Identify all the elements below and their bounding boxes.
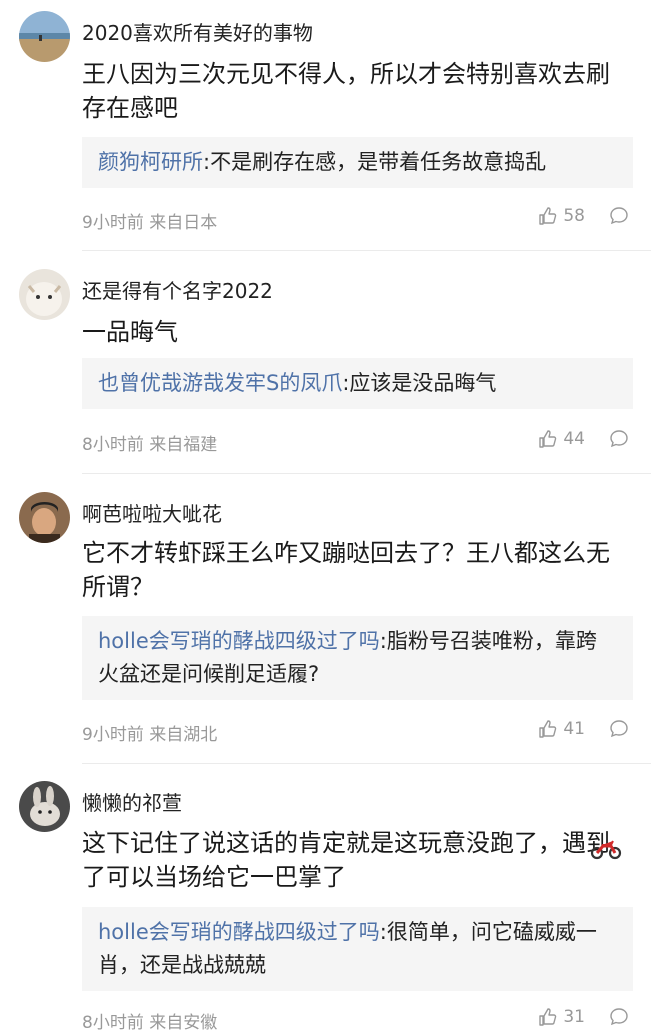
like-count: 44 — [563, 429, 585, 449]
comment-text: 这下记住了说这话的肯定就是这玩意没跑了，遇到了可以当场给它一巴掌了 — [82, 826, 627, 894]
avatar[interactable] — [19, 11, 70, 62]
reply-box[interactable]: 颜狗柯研所:不是刷存在感，是带着任务故意捣乱 — [82, 137, 633, 188]
comment-actions: 58 — [538, 206, 629, 226]
comment-location: 来自福建 — [149, 435, 218, 455]
comment-time: 9小时前 — [82, 725, 144, 745]
avatar-cat-image — [19, 269, 70, 320]
comment-location: 来自安徽 — [149, 1013, 218, 1033]
comment-time: 8小时前 — [82, 435, 144, 455]
reply-username[interactable]: holle会写琑的酵战四级过了吗 — [98, 629, 380, 653]
reply-username[interactable]: 也曾优哉游哉发牢S的凤爪 — [98, 371, 342, 395]
like-button[interactable]: 31 — [538, 1007, 585, 1027]
reply-box[interactable]: holle会写琑的酵战四级过了吗:很简单，问它磕威威一肖，还是战战兢兢 — [82, 907, 633, 991]
comment-location: 来自湖北 — [149, 725, 218, 745]
like-count: 31 — [563, 1007, 585, 1027]
comment-meta: 8小时前 来自福建 — [82, 430, 217, 455]
comment-bubble-icon[interactable] — [609, 429, 629, 449]
reply-box[interactable]: 也曾优哉游哉发牢S的凤爪:应该是没品晦气 — [82, 358, 633, 409]
avatar-beach-image — [19, 11, 70, 62]
motorcycle-emoji — [590, 840, 622, 860]
comment-text-body: 这下记住了说这话的肯定就是这玩意没跑了，遇到了可以当场给它一巴掌了 — [82, 829, 610, 891]
avatar[interactable] — [19, 781, 70, 832]
comment-meta: 9小时前 来自日本 — [82, 208, 217, 233]
comment-bubble-icon[interactable] — [609, 719, 629, 739]
comment-meta: 8小时前 来自安徽 — [82, 1008, 217, 1033]
comment-text: 王八因为三次元见不得人，所以才会特别喜欢去刷存在感吧 — [82, 60, 610, 122]
comment-text: 一品晦气 — [82, 318, 178, 346]
thumbs-up-icon — [539, 1008, 557, 1026]
comment-meta: 9小时前 来自湖北 — [82, 720, 217, 745]
reply-box[interactable]: holle会写琑的酵战四级过了吗:脂粉号召装唯粉，靠跨火盆还是问候削足适履? — [82, 616, 633, 700]
comment-text: 它不才转虾踩王么咋又蹦哒回去了？王八都这么无所谓？ — [82, 539, 610, 601]
comment-actions: 41 — [538, 719, 629, 739]
reply-text: :应该是没品晦气 — [342, 371, 497, 395]
thumbs-up-icon — [539, 720, 557, 738]
comment-bubble-icon[interactable] — [609, 1007, 629, 1027]
like-button[interactable]: 41 — [538, 719, 585, 739]
divider — [82, 473, 651, 474]
divider — [82, 763, 651, 764]
thumbs-up-icon — [539, 430, 557, 448]
comment-bubble-icon[interactable] — [609, 206, 629, 226]
avatar[interactable] — [19, 492, 70, 543]
comment-location: 来自日本 — [149, 213, 218, 233]
avatar[interactable] — [19, 269, 70, 320]
like-button[interactable]: 58 — [538, 206, 585, 226]
username[interactable]: 懒懒的祁萱 — [82, 787, 182, 816]
comment-actions: 44 — [538, 429, 629, 449]
like-count: 58 — [563, 206, 585, 226]
username[interactable]: 还是得有个名字2022 — [82, 275, 273, 304]
thumbs-up-icon — [539, 207, 557, 225]
reply-username[interactable]: 颜狗柯研所 — [98, 150, 203, 174]
comment-time: 9小时前 — [82, 213, 144, 233]
username[interactable]: 2020喜欢所有美好的事物 — [82, 17, 313, 46]
like-button[interactable]: 44 — [538, 429, 585, 449]
divider — [82, 250, 651, 251]
reply-username[interactable]: holle会写琑的酵战四级过了吗 — [98, 920, 380, 944]
like-count: 41 — [563, 719, 585, 739]
reply-text: :不是刷存在感，是带着任务故意捣乱 — [203, 150, 547, 174]
comment-actions: 31 — [538, 1007, 629, 1027]
avatar-portrait-image — [19, 492, 70, 543]
comment-time: 8小时前 — [82, 1013, 144, 1033]
avatar-rabbit-image — [19, 781, 70, 832]
username[interactable]: 啊芭啦啦大呲花 — [82, 498, 222, 527]
